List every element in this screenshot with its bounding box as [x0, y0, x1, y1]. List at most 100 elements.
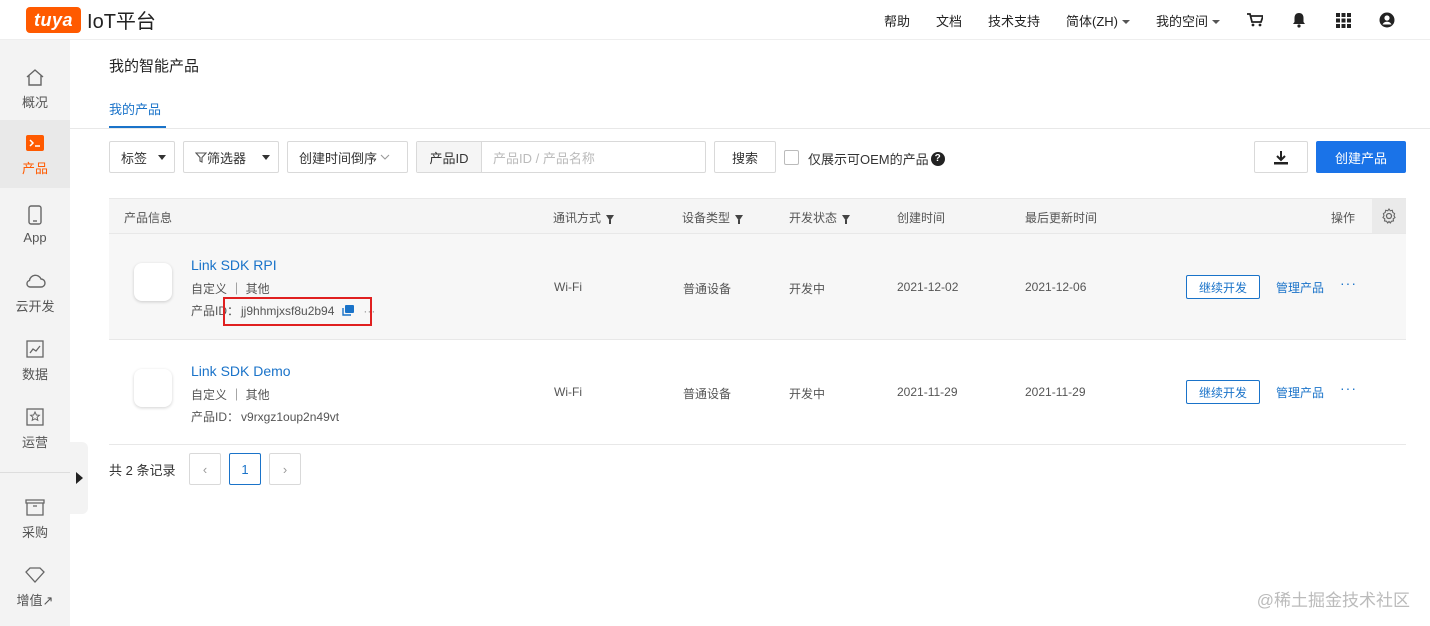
- oem-label: 仅展示可OEM的产品 ?: [808, 149, 945, 168]
- manage-product-link[interactable]: 管理产品: [1276, 279, 1324, 296]
- cell-device-type: 普通设备: [683, 282, 732, 296]
- page-title: 我的智能产品: [109, 58, 200, 75]
- product-image: [134, 263, 172, 301]
- sort-select[interactable]: 创建时间倒序: [287, 141, 408, 173]
- sidebar: 概况 产品 App 云开发 数据 运营 采购 增值↗: [0, 40, 70, 626]
- nav-help[interactable]: 帮助: [884, 11, 910, 30]
- annotation-highlight-box: [223, 297, 372, 326]
- cell-comm: Wi-Fi: [554, 280, 582, 294]
- more-actions-icon[interactable]: ···: [1340, 380, 1357, 396]
- filter-icon: [606, 214, 615, 224]
- tab-my-products[interactable]: 我的产品: [109, 99, 161, 129]
- cell-status: 开发中: [789, 387, 826, 401]
- col-dev-status[interactable]: 开发状态: [789, 209, 851, 226]
- nav-docs[interactable]: 文档: [936, 11, 962, 30]
- product-image: [134, 369, 172, 407]
- sidebar-item-products[interactable]: 产品: [0, 120, 70, 188]
- cloud-icon: [24, 270, 46, 292]
- sidebar-item-label: 运营: [21, 434, 48, 450]
- cart-icon[interactable]: [1246, 11, 1264, 29]
- table-header: 产品信息 通讯方式 设备类型 开发状态 创建时间 最后更新时间 操作: [109, 198, 1406, 234]
- manage-product-link[interactable]: 管理产品: [1276, 384, 1324, 401]
- filter-icon: [842, 214, 851, 224]
- continue-dev-button[interactable]: 继续开发: [1186, 275, 1260, 299]
- product-name-link[interactable]: Link SDK Demo: [191, 363, 291, 379]
- sidebar-item-label: 云开发: [15, 298, 55, 314]
- search-box: 产品ID 产品ID / 产品名称: [416, 141, 706, 173]
- col-device-type[interactable]: 设备类型: [682, 209, 744, 226]
- continue-dev-button[interactable]: 继续开发: [1186, 380, 1260, 404]
- col-dev-status-label: 开发状态: [789, 211, 838, 225]
- create-product-button[interactable]: 创建产品: [1316, 141, 1406, 173]
- sidebar-item-label: 数据: [21, 366, 48, 382]
- product-name-link[interactable]: Link SDK RPI: [191, 257, 277, 273]
- oem-checkbox[interactable]: [784, 150, 799, 165]
- col-created: 创建时间: [897, 211, 946, 225]
- cell-created: 2021-12-02: [897, 280, 959, 294]
- filter-icon: [195, 151, 207, 163]
- watermark: @稀土掘金技术社区: [1256, 591, 1410, 610]
- sidebar-item-app[interactable]: App: [0, 190, 70, 258]
- tag-select-label: 标签: [121, 150, 148, 166]
- sidebar-toggle[interactable]: [70, 442, 88, 514]
- diamond-icon: [24, 564, 46, 586]
- sidebar-item-label: 增值↗: [16, 592, 54, 608]
- filter-select-label: 筛选器: [207, 150, 247, 166]
- gear-icon[interactable]: [1372, 199, 1406, 233]
- nav-language-label: 简体(ZH): [1065, 13, 1118, 29]
- box-icon: [24, 496, 46, 518]
- search-input[interactable]: 产品ID / 产品名称: [482, 148, 595, 167]
- phone-icon: [24, 204, 46, 226]
- search-button[interactable]: 搜索: [714, 141, 776, 173]
- sidebar-item-label: App: [23, 229, 47, 245]
- search-prefix: 产品ID: [417, 142, 482, 172]
- sidebar-item-label: 概况: [21, 94, 48, 110]
- nav-support[interactable]: 技术支持: [988, 11, 1040, 30]
- tag-select[interactable]: 标签: [109, 141, 175, 173]
- col-comm-label: 通讯方式: [553, 211, 602, 225]
- bell-icon[interactable]: [1290, 11, 1308, 29]
- nav-language[interactable]: 简体(ZH): [1066, 11, 1130, 30]
- filter-icon: [735, 214, 744, 224]
- pagination-next-button[interactable]: ›: [269, 453, 301, 485]
- help-icon[interactable]: ?: [930, 151, 945, 166]
- caret-down-icon: [262, 155, 270, 160]
- terminal-icon: [24, 132, 46, 154]
- cell-created: 2021-11-29: [897, 385, 958, 399]
- brand-title: IoT平台: [87, 11, 156, 33]
- sidebar-item-cloud[interactable]: 云开发: [0, 258, 70, 326]
- pagination-page-1[interactable]: 1: [229, 453, 261, 485]
- grid-icon[interactable]: [1334, 11, 1352, 29]
- download-button[interactable]: [1254, 141, 1308, 173]
- caret-right-icon: [76, 472, 83, 484]
- oem-label-text: 仅展示可OEM的产品: [808, 152, 929, 167]
- more-actions-icon[interactable]: ···: [1340, 275, 1357, 291]
- product-id-value: v9rxgz1oup2n49vt: [241, 409, 340, 424]
- col-updated: 最后更新时间: [1025, 211, 1098, 225]
- home-icon: [24, 66, 46, 88]
- brand-logo[interactable]: tuya IoT平台: [26, 5, 156, 34]
- chevron-down-icon: [380, 154, 390, 160]
- nav-space-label: 我的空间: [1155, 13, 1208, 29]
- product-category: 自定义 ｜ 其他: [191, 282, 270, 296]
- user-icon[interactable]: [1378, 11, 1396, 29]
- sidebar-item-operations[interactable]: 运营: [0, 394, 70, 462]
- nav-space[interactable]: 我的空间: [1156, 11, 1220, 30]
- tab-active-indicator: [109, 126, 166, 128]
- pagination-total: 共 2 条记录: [109, 463, 176, 478]
- sidebar-item-purchase[interactable]: 采购: [0, 484, 70, 552]
- col-comm[interactable]: 通讯方式: [553, 209, 615, 226]
- cell-device-type: 普通设备: [683, 387, 732, 401]
- badge-icon: [24, 406, 46, 428]
- sidebar-item-label: 采购: [21, 524, 48, 540]
- caret-down-icon: [158, 155, 166, 160]
- sidebar-item-overview[interactable]: 概况: [0, 54, 70, 122]
- sidebar-item-value-added[interactable]: 增值↗: [0, 552, 70, 620]
- pagination-prev-button[interactable]: ‹: [189, 453, 221, 485]
- col-actions: 操作: [1331, 211, 1356, 225]
- tab-divider: [70, 128, 1430, 129]
- sidebar-item-data[interactable]: 数据: [0, 326, 70, 394]
- top-bar: tuya IoT平台 帮助 文档 技术支持 简体(ZH) 我的空间: [0, 0, 1430, 40]
- product-category: 自定义 ｜ 其他: [191, 388, 270, 402]
- filter-select[interactable]: 筛选器: [183, 141, 279, 173]
